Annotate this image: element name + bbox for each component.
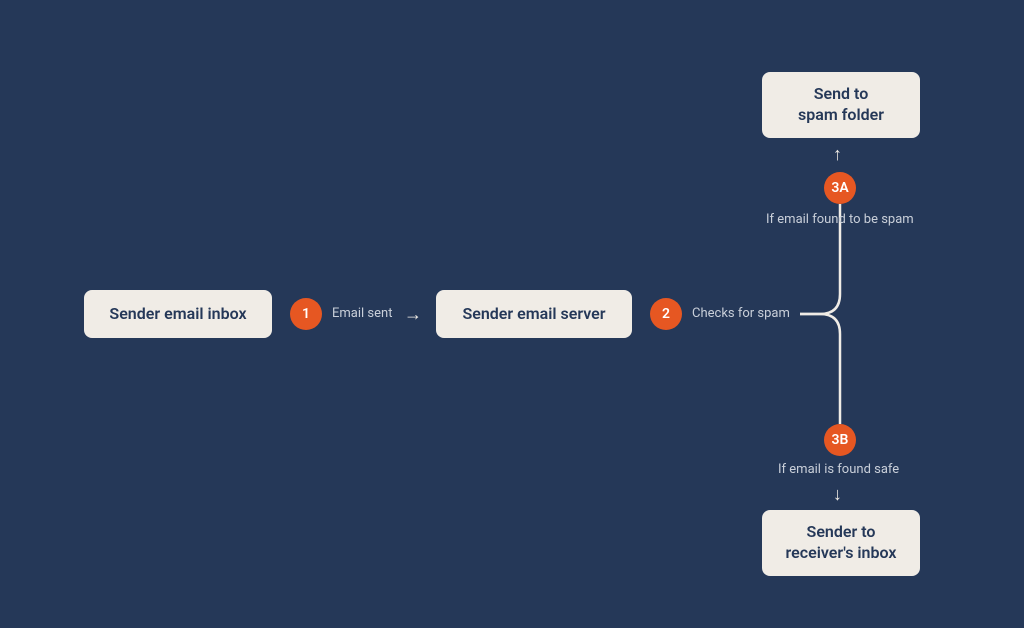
badge-text: 3A bbox=[831, 180, 848, 196]
step-badge-3a: 3A bbox=[824, 172, 856, 204]
caption-text: If email is found safe bbox=[778, 462, 899, 477]
step-caption-3a: If email found to be spam bbox=[766, 212, 914, 227]
arrow-up-icon: ↑ bbox=[833, 144, 842, 165]
step-caption-3b: If email is found safe bbox=[778, 462, 899, 477]
arrow-down-icon: ↓ bbox=[833, 484, 842, 505]
badge-text: 1 bbox=[302, 306, 310, 322]
caption-text: Checks for spam bbox=[692, 306, 790, 321]
split-path-icon bbox=[800, 204, 880, 424]
step-badge-2: 2 bbox=[650, 298, 682, 330]
step-caption-1: Email sent bbox=[332, 306, 392, 321]
node-sender-inbox: Sender email inbox bbox=[84, 290, 272, 338]
step-badge-3b: 3B bbox=[824, 424, 856, 456]
node-label: Send to spam folder bbox=[798, 84, 884, 126]
caption-text: Email sent bbox=[332, 306, 392, 321]
node-label: Sender to receiver's inbox bbox=[786, 522, 897, 564]
step-badge-1: 1 bbox=[290, 298, 322, 330]
node-label: Sender email inbox bbox=[109, 304, 246, 325]
node-sender-server: Sender email server bbox=[436, 290, 632, 338]
caption-text: If email found to be spam bbox=[766, 212, 914, 227]
node-receiver-inbox: Sender to receiver's inbox bbox=[762, 510, 920, 576]
node-spam-folder: Send to spam folder bbox=[762, 72, 920, 138]
badge-text: 3B bbox=[832, 432, 849, 448]
badge-text: 2 bbox=[662, 306, 670, 322]
node-label: Sender email server bbox=[462, 304, 605, 325]
arrow-icon: → bbox=[404, 304, 422, 325]
step-caption-2: Checks for spam bbox=[692, 306, 790, 321]
